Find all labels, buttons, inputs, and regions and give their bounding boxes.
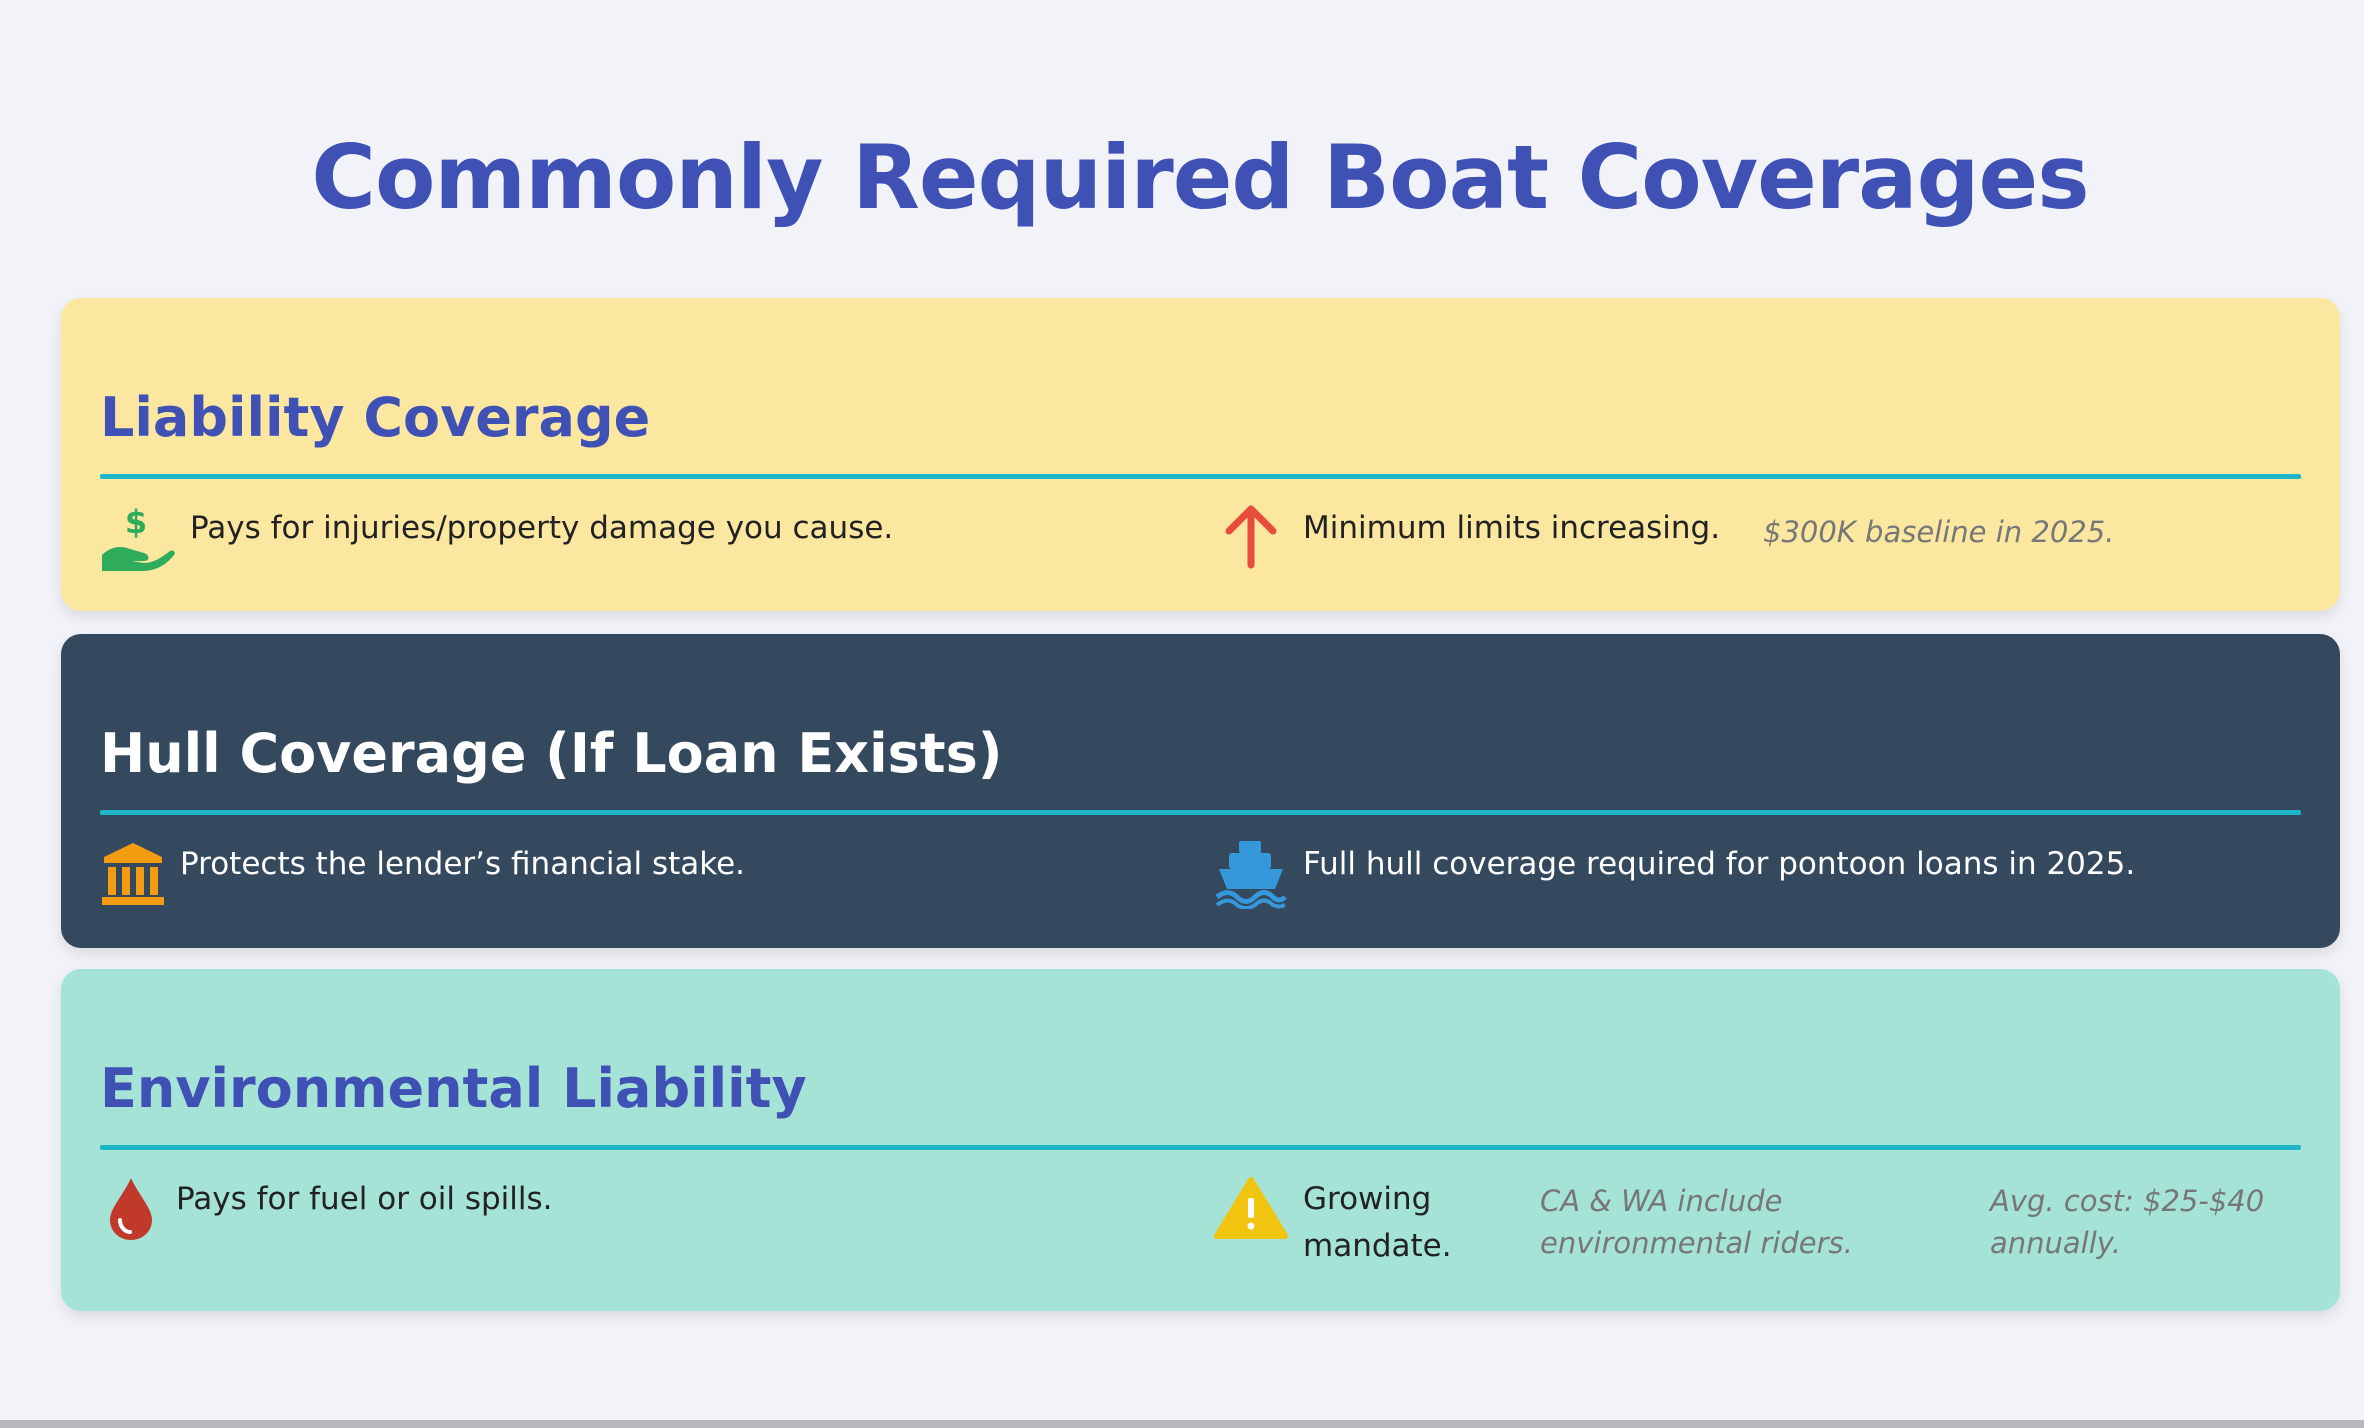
note-text: $300K baseline in 2025. — [1763, 515, 2115, 549]
hull-coverage-card: Hull Coverage (If Loan Exists) Protects … — [61, 634, 2340, 948]
card-divider — [100, 474, 2301, 479]
card-title: Environmental Liability — [100, 1057, 807, 1120]
card-item-right: Growing mandate. — [1213, 1174, 1452, 1270]
note-line: CA & WA include — [1540, 1184, 1783, 1218]
card-item-left: Pays for fuel or oil spills. — [100, 1174, 553, 1244]
card-item-text: Pays for fuel or oil spills. — [176, 1181, 553, 1217]
card-item-text: Growing mandate. — [1303, 1176, 1452, 1270]
card-item-text: Protects the lender’s financial stake. — [180, 846, 746, 882]
card-item-right: Minimum limits increasing. — [1213, 503, 1720, 573]
card-content-row: Pays for fuel or oil spills. Growing man… — [100, 1174, 2301, 1284]
card-item-text: Pays for injuries/property damage you ca… — [190, 510, 894, 546]
ship-icon — [1213, 839, 1289, 909]
environmental-liability-card: Environmental Liability Pays for fuel or… — [61, 969, 2340, 1311]
card-divider — [100, 810, 2301, 815]
svg-text:$: $ — [125, 503, 147, 541]
arrow-up-icon — [1213, 503, 1289, 573]
card-item-text: Full hull coverage required for pontoon … — [1303, 846, 2136, 882]
card-content-row: Protects the lender’s financial stake. F… — [100, 839, 2301, 949]
note-text: Avg. cost: $25-$40 annually. — [1990, 1180, 2264, 1264]
warning-triangle-icon — [1213, 1174, 1289, 1244]
card-title: Liability Coverage — [100, 386, 651, 449]
note-line: environmental riders. — [1540, 1226, 1853, 1260]
oil-drop-icon — [100, 1174, 162, 1244]
card-item-text: Minimum limits increasing. — [1303, 510, 1721, 546]
hand-holding-dollar-icon: $ — [100, 503, 176, 573]
bank-building-icon — [100, 839, 166, 909]
card-item-text-line: mandate. — [1303, 1228, 1452, 1264]
horizontal-scrollbar[interactable] — [0, 1420, 2364, 1428]
note-text: CA & WA include environmental riders. — [1540, 1180, 1853, 1264]
card-item-left: $ Pays for injuries/property damage you … — [100, 503, 893, 573]
card-content-row: $ Pays for injuries/property damage you … — [100, 503, 2301, 613]
note-line: annually. — [1990, 1226, 2121, 1260]
card-divider — [100, 1145, 2301, 1150]
page-title: Commonly Required Boat Coverages — [311, 126, 2089, 229]
note-line: Avg. cost: $25-$40 — [1990, 1184, 2265, 1218]
card-item-left: Protects the lender’s financial stake. — [100, 839, 745, 909]
card-title: Hull Coverage (If Loan Exists) — [100, 722, 1003, 785]
liability-coverage-card: Liability Coverage $ Pays for injuries/p… — [61, 298, 2340, 611]
card-item-right: Full hull coverage required for pontoon … — [1213, 839, 2135, 909]
card-item-text-line: Growing — [1303, 1181, 1432, 1217]
